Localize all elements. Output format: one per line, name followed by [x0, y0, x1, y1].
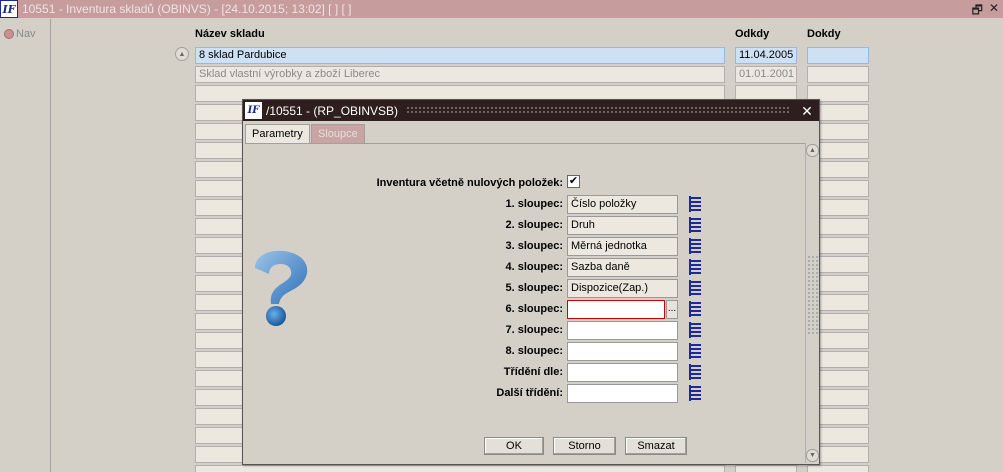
app-logo-icon: IF: [0, 0, 18, 18]
field-input[interactable]: Číslo položky: [567, 195, 678, 214]
cell-name[interactable]: Sklad vlastní výrobky a zboží Liberec: [195, 66, 725, 83]
empty-cell[interactable]: [807, 465, 869, 472]
field-input[interactable]: Měrná jednotka: [567, 237, 678, 256]
nav-button[interactable]: Nav: [4, 28, 36, 40]
list-icon[interactable]: [689, 301, 703, 317]
dialog-scrollbar[interactable]: ▲ ▼: [805, 143, 819, 463]
list-icon[interactable]: [689, 385, 703, 401]
empty-cell[interactable]: [735, 465, 797, 472]
field-label: Další třídění:: [496, 387, 563, 399]
drag-grip[interactable]: [406, 106, 791, 115]
list-icon[interactable]: [689, 217, 703, 233]
field-label: 3. sloupec:: [505, 240, 563, 252]
parameters-dialog: IF /10551 - (RP_OBINVSB) ✕ Parametry Slo…: [242, 99, 820, 465]
field-label: Třídění dle:: [503, 366, 563, 378]
dialog-titlebar[interactable]: IF /10551 - (RP_OBINVSB) ✕: [243, 100, 819, 121]
scroll-down-icon[interactable]: ▼: [806, 449, 819, 462]
scroll-up-icon[interactable]: ▲: [806, 144, 819, 157]
include-zero-items-checkbox[interactable]: ✔: [567, 175, 580, 188]
field-label: 8. sloupec:: [505, 345, 563, 357]
include-zero-items-label: Inventura včetně nulových položek:: [376, 177, 563, 189]
close-icon[interactable]: ✕: [989, 1, 999, 22]
dialog-title: /10551 - (RP_OBINVSB): [266, 103, 399, 118]
field-input[interactable]: Druh: [567, 216, 678, 235]
list-icon[interactable]: [689, 364, 703, 380]
tab-sloupce[interactable]: Sloupce: [311, 124, 365, 143]
field-input[interactable]: [567, 321, 678, 340]
list-icon[interactable]: [689, 280, 703, 296]
cancel-button[interactable]: Storno: [553, 437, 616, 455]
grid-scroll-up-icon[interactable]: ▲: [175, 47, 189, 61]
cell-name[interactable]: 8 sklad Pardubice: [195, 47, 725, 64]
list-icon[interactable]: [689, 343, 703, 359]
main-titlebar: IF 10551 - Inventura skladů (OBINVS) - […: [0, 0, 1003, 18]
radio-icon: [4, 29, 14, 39]
field-label: 1. sloupec:: [505, 198, 563, 210]
list-icon[interactable]: [689, 238, 703, 254]
left-panel: Nav: [0, 19, 51, 472]
column-header-from[interactable]: Odkdy: [735, 28, 769, 40]
scroll-thumb[interactable]: [807, 255, 818, 335]
ok-button[interactable]: OK: [484, 437, 544, 455]
nav-label: Nav: [16, 28, 36, 40]
column-header-to[interactable]: Dokdy: [807, 28, 841, 40]
tab-parametry[interactable]: Parametry: [245, 124, 310, 143]
question-mark-icon: [255, 250, 308, 326]
list-icon[interactable]: [689, 259, 703, 275]
cell-to[interactable]: [807, 66, 869, 83]
cell-to[interactable]: [807, 47, 869, 64]
list-icon[interactable]: [689, 322, 703, 338]
field-label: 5. sloupec:: [505, 282, 563, 294]
dialog-logo-icon: IF: [245, 102, 262, 119]
window-title: 10551 - Inventura skladů (OBINVS) - [24.…: [22, 2, 352, 16]
column-header-name[interactable]: Název skladu: [195, 28, 265, 40]
field-input[interactable]: Dispozice(Zap.): [567, 279, 678, 298]
empty-cell[interactable]: [195, 465, 725, 472]
field-label: 6. sloupec:: [505, 303, 563, 315]
restore-icon[interactable]: 🗗: [972, 1, 983, 22]
field-input[interactable]: [567, 300, 665, 319]
field-label: 7. sloupec:: [505, 324, 563, 336]
cell-from[interactable]: 11.04.2005: [735, 47, 797, 64]
field-input[interactable]: [567, 342, 678, 361]
field-label: 4. sloupec:: [505, 261, 563, 273]
ellipsis-button[interactable]: ...: [666, 300, 678, 319]
field-label: 2. sloupec:: [505, 219, 563, 231]
list-icon[interactable]: [689, 196, 703, 212]
field-input[interactable]: [567, 384, 678, 403]
dialog-close-icon[interactable]: ✕: [799, 103, 815, 119]
clear-button[interactable]: Smazat: [625, 437, 687, 455]
field-input[interactable]: [567, 363, 678, 382]
field-input[interactable]: Sazba daně: [567, 258, 678, 277]
cell-from[interactable]: 01.01.2001: [735, 66, 797, 83]
